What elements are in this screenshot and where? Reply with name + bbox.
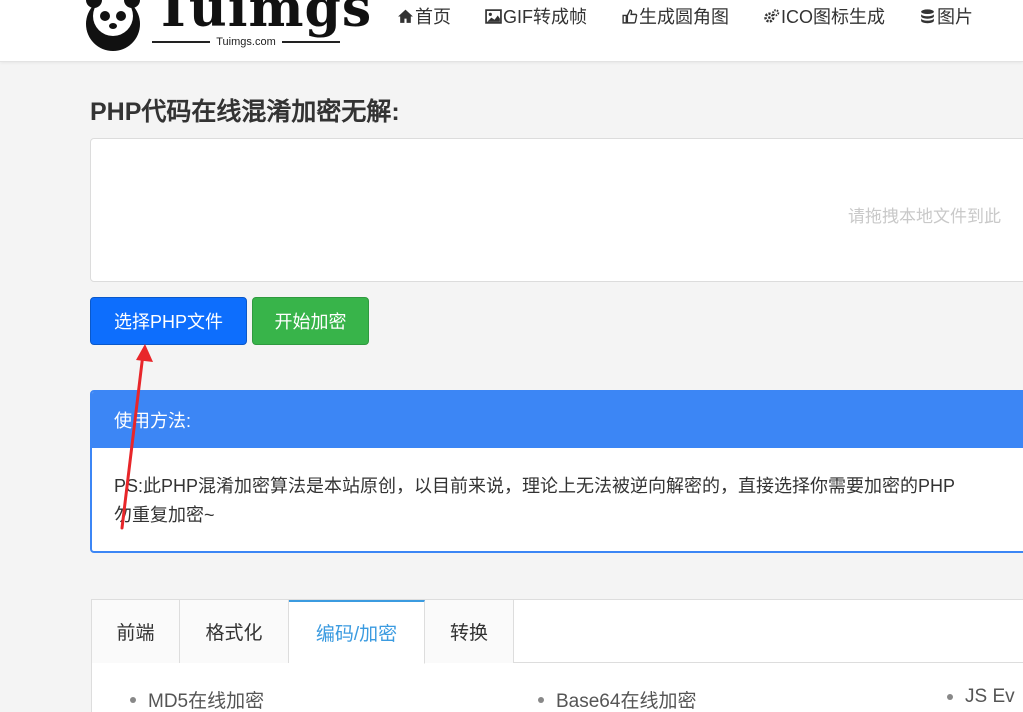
select-php-file-button[interactable]: 选择PHP文件	[90, 297, 247, 345]
nav-item-round-corner[interactable]: 生成圆角图	[621, 3, 729, 29]
link-base64-encrypt[interactable]: Base64在线加密	[538, 686, 696, 712]
tab-encode-encrypt[interactable]: 编码/加密	[289, 600, 425, 664]
nav-label: 生成圆角图	[639, 7, 729, 27]
nav-label: 图片	[937, 7, 974, 27]
logo-rule-right	[281, 41, 340, 43]
site-logo[interactable]: Tuimgs Tuimgs.com	[80, 0, 371, 56]
bullet-icon	[947, 694, 953, 700]
main-nav: 首页 GIF转成帧 生成圆角图 ICO图标生成 图片	[397, 3, 1007, 29]
tool-tabs: 前端 格式化 编码/加密 转换 MD5在线加密 Base64在线加密 JS Ev	[91, 599, 1023, 712]
usage-panel: 使用方法: PS:此PHP混淆加密算法是本站原创，以目前来说，理论上无法被逆向解…	[90, 390, 1023, 553]
tab-convert[interactable]: 转换	[425, 600, 514, 663]
link-label: MD5在线加密	[148, 691, 265, 712]
tab-bar: 前端 格式化 编码/加密 转换	[92, 600, 1023, 664]
thumbs-up-icon	[622, 8, 638, 24]
database-icon	[921, 8, 934, 23]
link-label: Base64在线加密	[556, 691, 697, 712]
link-md5-encrypt[interactable]: MD5在线加密	[130, 686, 264, 712]
nav-item-ico-generator[interactable]: ICO图标生成	[763, 3, 885, 29]
logo-domain: Tuimgs.com	[216, 36, 276, 48]
drop-zone-hint: 请拖拽本地文件到此	[848, 207, 1001, 226]
usage-panel-body: PS:此PHP混淆加密算法是本站原创，以目前来说，理论上无法被逆向解密的，直接选…	[92, 448, 1023, 530]
tab-frontend[interactable]: 前端	[92, 600, 180, 663]
usage-text-line: PS:此PHP混淆加密算法是本站原创，以目前来说，理论上无法被逆向解密的，直接选…	[114, 476, 956, 496]
file-drop-zone[interactable]: 请拖拽本地文件到此	[90, 138, 1023, 282]
start-encrypt-button[interactable]: 开始加密	[252, 297, 369, 345]
annotation-arrow-icon	[120, 344, 153, 530]
panda-logo-icon	[86, 0, 140, 51]
nav-item-image[interactable]: 图片	[919, 3, 973, 29]
gears-icon	[764, 8, 780, 23]
usage-panel-heading: 使用方法:	[92, 392, 1023, 448]
link-js-eval[interactable]: JS Ev	[947, 686, 1015, 708]
logo-rule-left	[152, 41, 211, 43]
bullet-icon	[538, 696, 544, 703]
top-header: Tuimgs Tuimgs.com 首页 GIF转成帧 生成圆角图 ICO图标生…	[0, 0, 1023, 62]
bullet-icon	[130, 696, 136, 703]
tab-formatting[interactable]: 格式化	[180, 600, 289, 663]
nav-label: GIF转成帧	[503, 7, 587, 27]
link-label: JS Ev	[965, 686, 1015, 707]
home-icon	[398, 9, 413, 23]
image-icon	[485, 8, 502, 24]
nav-item-home[interactable]: 首页	[397, 3, 451, 29]
nav-label: 首页	[415, 7, 451, 27]
nav-item-gif-frames[interactable]: GIF转成帧	[485, 3, 587, 29]
logo-wordmark: Tuimgs	[154, 0, 373, 39]
nav-label: ICO图标生成	[781, 7, 886, 27]
page-title: PHP代码在线混淆加密无解:	[90, 98, 400, 126]
logo-subtitle: Tuimgs.com	[152, 36, 340, 48]
usage-text-line: 勿重复加密~	[114, 505, 215, 525]
